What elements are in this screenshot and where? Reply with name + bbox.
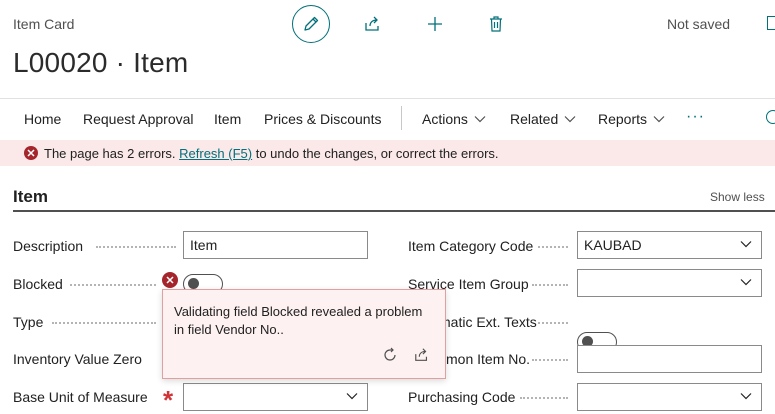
plus-icon — [428, 17, 442, 31]
share-icon — [365, 16, 379, 31]
error-message: The page has 2 errors. Refresh (F5) to u… — [44, 146, 499, 161]
action-reports[interactable]: Reports — [598, 111, 665, 127]
refresh-link[interactable]: Refresh (F5) — [179, 146, 252, 161]
leader-dots — [532, 284, 568, 286]
validation-message: Validating field Blocked revealed a prob… — [174, 304, 423, 337]
retry-button[interactable] — [381, 346, 399, 364]
field-label-common-item-no: mon Item No. — [446, 351, 531, 367]
divider — [401, 106, 402, 130]
error-icon — [24, 146, 38, 160]
chevron-down-icon — [564, 116, 576, 123]
action-home[interactable]: Home — [24, 111, 61, 127]
action-actions[interactable]: Actions — [422, 111, 486, 127]
chevron-down-icon — [653, 116, 665, 123]
action-label: Request Approval — [83, 111, 194, 127]
edit-button[interactable] — [292, 5, 330, 43]
chevron-down-icon — [740, 393, 752, 400]
action-label: Item — [214, 111, 242, 127]
breadcrumb: Item Card — [13, 16, 75, 32]
page-title: L00020 · Item — [13, 47, 189, 78]
field-label-blocked: Blocked — [13, 276, 63, 292]
chevron-down-icon — [346, 393, 358, 400]
leader-dots — [538, 322, 568, 324]
action-label: Home — [24, 111, 62, 127]
expand-icon[interactable] — [767, 16, 775, 30]
save-status: Not saved — [667, 16, 731, 32]
trash-icon — [490, 16, 502, 32]
field-label-base-unit-of-measure: Base Unit of Measure — [13, 389, 148, 405]
refresh-icon — [384, 347, 396, 361]
required-indicator: * — [163, 385, 174, 414]
field-label-type: Type — [13, 314, 44, 330]
service-item-group-select[interactable] — [577, 269, 762, 297]
common-item-no-input[interactable] — [577, 345, 762, 373]
chevron-down-icon — [740, 241, 752, 248]
item-category-code-select[interactable]: KAUBAD — [577, 231, 762, 259]
error-text-before: The page has 2 errors. — [44, 146, 180, 161]
leader-dots — [70, 284, 156, 286]
base-unit-of-measure-select[interactable] — [183, 383, 368, 411]
pencil-icon — [304, 16, 319, 31]
share-button[interactable] — [362, 13, 384, 35]
action-label: Related — [510, 111, 559, 127]
section-divider — [13, 210, 775, 212]
leader-dots — [538, 246, 568, 248]
action-prices-discounts[interactable]: Prices & Discounts — [264, 111, 381, 127]
field-label-purchasing-code: Purchasing Code — [408, 389, 516, 405]
section-title: Item — [13, 187, 48, 206]
action-item[interactable]: Item — [214, 111, 241, 127]
field-label-inventory-value-zero: Inventory Value Zero — [13, 351, 142, 367]
popup-share-button[interactable] — [413, 346, 431, 364]
field-error-icon[interactable] — [162, 272, 178, 288]
leader-dots — [532, 359, 568, 361]
leader-dots — [96, 246, 176, 248]
new-button[interactable] — [424, 13, 446, 35]
action-request-approval[interactable]: Request Approval — [83, 111, 194, 127]
chevron-down-icon — [740, 279, 752, 286]
purchasing-code-select[interactable] — [577, 383, 762, 411]
leader-dots — [520, 397, 568, 399]
delete-button[interactable] — [485, 13, 507, 35]
toggle-knob — [188, 278, 199, 289]
more-options-button[interactable]: ··· — [686, 108, 705, 126]
field-label-automatic-ext-texts: matic Ext. Texts — [439, 314, 537, 330]
share-icon — [415, 348, 428, 361]
leader-dots — [52, 322, 156, 324]
show-less-button[interactable]: Show less — [710, 190, 765, 204]
field-label-item-category-code: Item Category Code — [408, 238, 534, 254]
field-label-description: Description — [13, 238, 84, 254]
action-label: Prices & Discounts — [264, 111, 382, 127]
action-label: Reports — [598, 111, 648, 127]
description-input[interactable]: Item — [183, 231, 368, 259]
action-related[interactable]: Related — [510, 111, 576, 127]
chevron-down-icon — [474, 116, 486, 123]
action-label: Actions — [422, 111, 468, 127]
search-icon[interactable] — [766, 110, 775, 124]
error-text-after: to undo the changes, or correct the erro… — [252, 146, 499, 161]
